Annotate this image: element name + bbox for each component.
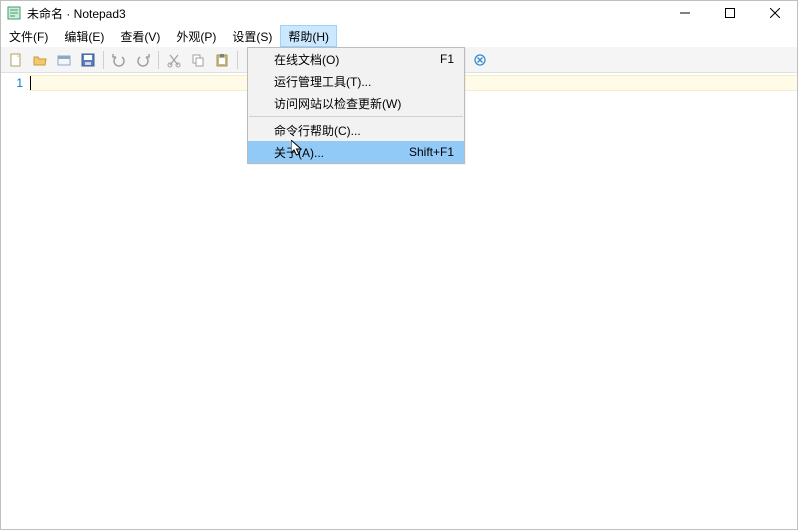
close-button[interactable]: [752, 1, 797, 25]
maximize-button[interactable]: [707, 1, 752, 25]
line-number: 1: [1, 75, 29, 91]
line-number-gutter: 1: [1, 73, 29, 529]
save-icon[interactable]: [77, 49, 99, 71]
copy-icon[interactable]: [187, 49, 209, 71]
help-dropdown-menu: 在线文档(O) F1 运行管理工具(T)... 访问网站以检查更新(W) 命令行…: [247, 47, 465, 164]
toolbar-separator: [158, 51, 159, 69]
menu-check-updates[interactable]: 访问网站以检查更新(W): [248, 92, 464, 114]
menu-item-label: 命令行帮助(C)...: [274, 122, 361, 139]
new-file-icon[interactable]: [5, 49, 27, 71]
menu-online-docs[interactable]: 在线文档(O) F1: [248, 48, 464, 70]
menu-separator: [249, 116, 463, 117]
redo-icon[interactable]: [132, 49, 154, 71]
menu-item-label: 关于(A)...: [274, 144, 324, 161]
text-caret: [30, 76, 31, 90]
app-window: 未命名 · Notepad3 文件(F) 编辑(E) 查看(V) 外观(P) 设…: [0, 0, 798, 530]
menu-settings[interactable]: 设置(S): [224, 25, 280, 47]
menu-item-label: 运行管理工具(T)...: [274, 73, 371, 90]
browse-icon[interactable]: [53, 49, 75, 71]
menu-edit[interactable]: 编辑(E): [56, 25, 112, 47]
toolbar-separator: [237, 51, 238, 69]
menu-appearance[interactable]: 外观(P): [168, 25, 224, 47]
menu-view[interactable]: 查看(V): [112, 25, 168, 47]
undo-icon[interactable]: [108, 49, 130, 71]
app-icon: [7, 6, 21, 20]
menu-cmdline-help[interactable]: 命令行帮助(C)...: [248, 119, 464, 141]
window-controls: [662, 1, 797, 25]
menu-item-shortcut: Shift+F1: [409, 145, 454, 159]
menubar: 文件(F) 编辑(E) 查看(V) 外观(P) 设置(S) 帮助(H): [1, 25, 797, 47]
menu-file[interactable]: 文件(F): [1, 25, 56, 47]
minimize-button[interactable]: [662, 1, 707, 25]
menu-help[interactable]: 帮助(H): [280, 25, 337, 47]
window-title: 未命名 · Notepad3: [27, 5, 126, 22]
menu-item-shortcut: F1: [440, 52, 454, 66]
menu-run-admin-tool[interactable]: 运行管理工具(T)...: [248, 70, 464, 92]
menu-about[interactable]: 关于(A)... Shift+F1: [248, 141, 464, 163]
paste-icon[interactable]: [211, 49, 233, 71]
menu-item-label: 访问网站以检查更新(W): [274, 95, 401, 112]
open-file-icon[interactable]: [29, 49, 51, 71]
clear-icon[interactable]: [469, 49, 491, 71]
menu-item-label: 在线文档(O): [274, 51, 339, 68]
cut-icon[interactable]: [163, 49, 185, 71]
toolbar-separator: [103, 51, 104, 69]
titlebar: 未命名 · Notepad3: [1, 1, 797, 25]
